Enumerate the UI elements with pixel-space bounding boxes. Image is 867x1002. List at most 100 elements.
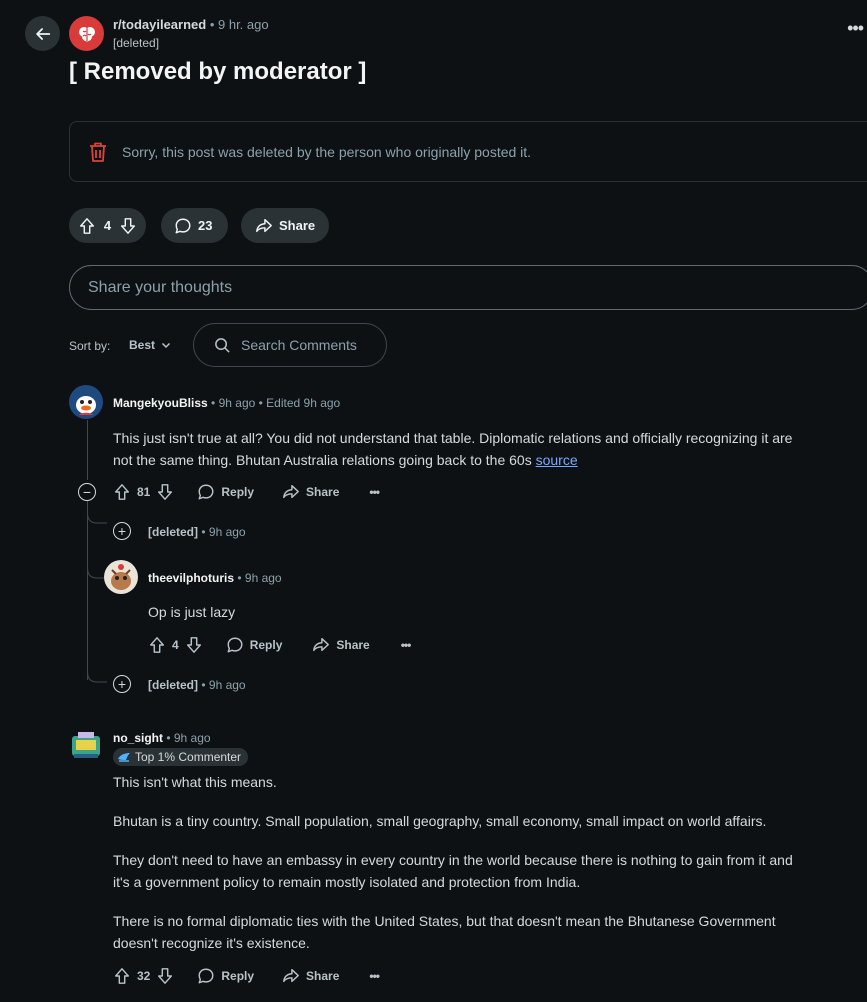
comment-meta: • 9h ago • Edited 9h ago	[211, 396, 341, 410]
arrow-left-icon	[35, 27, 50, 40]
share-button[interactable]: Share	[282, 967, 339, 985]
thread-line[interactable]	[87, 500, 88, 680]
vote-count: 81	[137, 485, 151, 499]
comment-meta: • 9h ago	[201, 678, 246, 692]
reply-label: Reply	[249, 638, 283, 652]
comment-header: MangekyouBliss • 9h ago • Edited 9h ago	[113, 396, 340, 410]
comment-paragraph: it's a government policy to remain mostl…	[113, 874, 581, 890]
comment-actions: 4 Reply Share •••	[148, 636, 412, 654]
share-icon	[283, 968, 299, 983]
composer-placeholder: Share your thoughts	[88, 278, 233, 296]
flair-icon	[118, 753, 130, 762]
deleted-notice: Sorry, this post was deleted by the pers…	[69, 121, 867, 182]
post-author[interactable]: [deleted]	[113, 36, 159, 50]
share-label: Share	[279, 218, 316, 233]
comment-body: This isn't what this means. Bhutan is a …	[113, 771, 867, 954]
vote-count: 32	[137, 969, 151, 983]
comment-text-line: not the same thing. Bhutan Australia rel…	[113, 449, 867, 471]
subreddit-link[interactable]: r/todayilearned	[113, 17, 206, 32]
user-avatar-icon	[69, 728, 103, 762]
upvote-icon[interactable]	[78, 217, 96, 235]
avatar[interactable]	[104, 560, 138, 594]
comment-header: [deleted] • 9h ago	[148, 525, 246, 539]
expand-button[interactable]: +	[113, 675, 131, 693]
user-avatar-icon	[104, 560, 138, 594]
post-vote-group: 4	[69, 208, 146, 243]
comment-header: [deleted] • 9h ago	[148, 678, 246, 692]
post-title: [ Removed by moderator ]	[69, 58, 367, 85]
comment-paragraph: There is no formal diplomatic ties with …	[113, 913, 776, 929]
reply-button[interactable]: Reply	[197, 967, 254, 985]
comment-composer[interactable]: Share your thoughts	[69, 265, 867, 310]
source-link[interactable]: source	[536, 452, 578, 468]
downvote-icon[interactable]	[185, 636, 203, 654]
chevron-down-icon	[161, 342, 171, 349]
comment-text-line: This just isn't true at all? You did not…	[113, 430, 793, 446]
comment-paragraph: doesn't recognize it's existence.	[113, 935, 310, 951]
share-icon	[313, 637, 330, 652]
comment-username[interactable]: MangekyouBliss	[113, 396, 208, 410]
comment-paragraph: They don't need to have an embassy in ev…	[113, 852, 793, 868]
vote-group: 32	[113, 967, 174, 985]
downvote-icon[interactable]	[156, 483, 174, 501]
comment-text: not the same thing. Bhutan Australia rel…	[113, 452, 536, 468]
comment-icon	[175, 218, 191, 233]
expand-button[interactable]: +	[113, 522, 131, 540]
comments-button[interactable]: 23	[161, 208, 228, 243]
back-button[interactable]	[25, 16, 60, 51]
more-options-button[interactable]: •••	[369, 969, 380, 983]
search-placeholder: Search Comments	[241, 337, 357, 353]
comment-username[interactable]: no_sight	[113, 731, 163, 745]
post-vote-count: 4	[103, 218, 112, 233]
upvote-icon[interactable]	[113, 967, 131, 985]
avatar[interactable]	[69, 385, 103, 419]
comment-paragraph: Bhutan is a tiny country. Small populati…	[113, 813, 767, 829]
subreddit-name[interactable]: r/todayilearned • 9 hr. ago	[113, 17, 269, 32]
downvote-icon[interactable]	[119, 217, 137, 235]
search-comments-input[interactable]: Search Comments	[193, 323, 387, 367]
collapse-button[interactable]: −	[78, 483, 96, 501]
share-button[interactable]: Share	[241, 208, 329, 243]
comment-actions: 81 Reply Share •••	[113, 483, 380, 501]
sort-label: Sort by:	[69, 339, 111, 353]
reply-label: Reply	[221, 485, 255, 499]
post-time: • 9 hr. ago	[209, 17, 269, 32]
comment-icon	[198, 968, 214, 984]
vote-group: 4	[148, 636, 203, 654]
user-flair: Top 1% Commenter	[113, 748, 249, 766]
share-label: Share	[306, 485, 340, 499]
brain-icon	[78, 26, 95, 41]
upvote-icon[interactable]	[148, 636, 166, 654]
comment-username: [deleted]	[148, 525, 199, 539]
share-label: Share	[306, 969, 340, 983]
comment-icon	[198, 484, 214, 500]
more-options-button[interactable]: •••	[401, 638, 412, 652]
comment-meta: • 9h ago	[237, 571, 282, 585]
thread-branch	[87, 664, 107, 683]
upvote-icon[interactable]	[113, 483, 131, 501]
comment-body: Op is just lazy	[148, 604, 236, 620]
reply-button[interactable]: Reply	[197, 483, 254, 501]
subreddit-avatar[interactable]	[69, 16, 104, 51]
vote-group: 81	[113, 483, 174, 501]
share-button[interactable]: Share	[282, 483, 339, 501]
downvote-icon[interactable]	[156, 967, 174, 985]
deleted-notice-text: Sorry, this post was deleted by the pers…	[122, 143, 532, 160]
avatar[interactable]	[69, 728, 103, 762]
share-icon	[256, 218, 272, 232]
comment-meta: • 9h ago	[166, 731, 211, 745]
reply-label: Reply	[221, 969, 255, 983]
comment-username[interactable]: theevilphoturis	[148, 571, 234, 585]
reply-button[interactable]: Reply	[226, 636, 283, 654]
sort-dropdown[interactable]: Best	[129, 338, 171, 352]
more-options-button[interactable]: •••	[369, 485, 380, 499]
share-icon	[283, 484, 299, 499]
comment-paragraph: This isn't what this means.	[113, 774, 277, 790]
more-options-button[interactable]: •••	[847, 18, 864, 39]
comment-header: theevilphoturis • 9h ago	[148, 571, 282, 585]
comment-icon	[227, 637, 243, 653]
comment-meta: • 9h ago	[201, 525, 246, 539]
share-button[interactable]: Share	[312, 636, 370, 654]
vote-count: 4	[172, 638, 179, 652]
thread-line[interactable]	[87, 420, 88, 480]
